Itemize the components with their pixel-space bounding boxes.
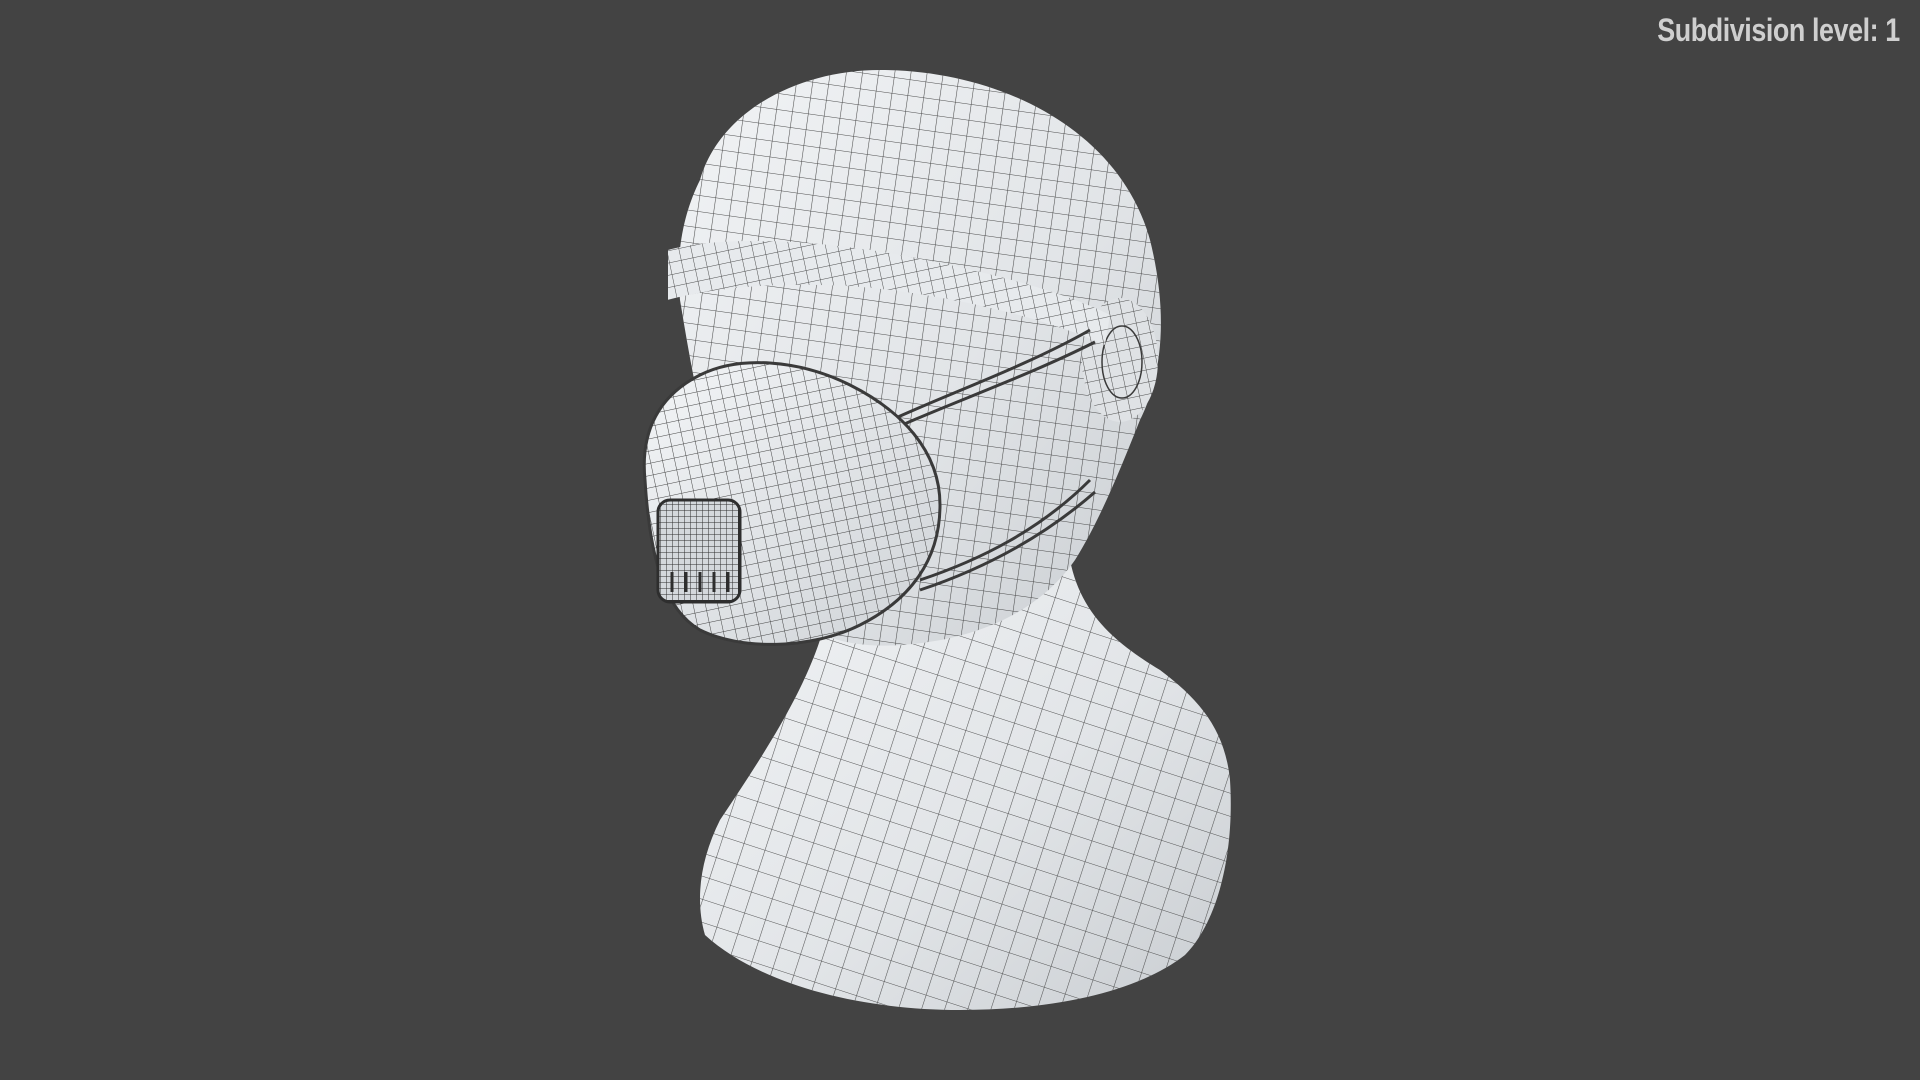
3d-viewport[interactable]: Subdivision level: 1 [0, 0, 1920, 1080]
exhalation-valve [656, 498, 742, 604]
subdivision-level-label: Subdivision level: 1 [1657, 12, 1900, 48]
wireframe-model [642, 70, 1231, 1010]
